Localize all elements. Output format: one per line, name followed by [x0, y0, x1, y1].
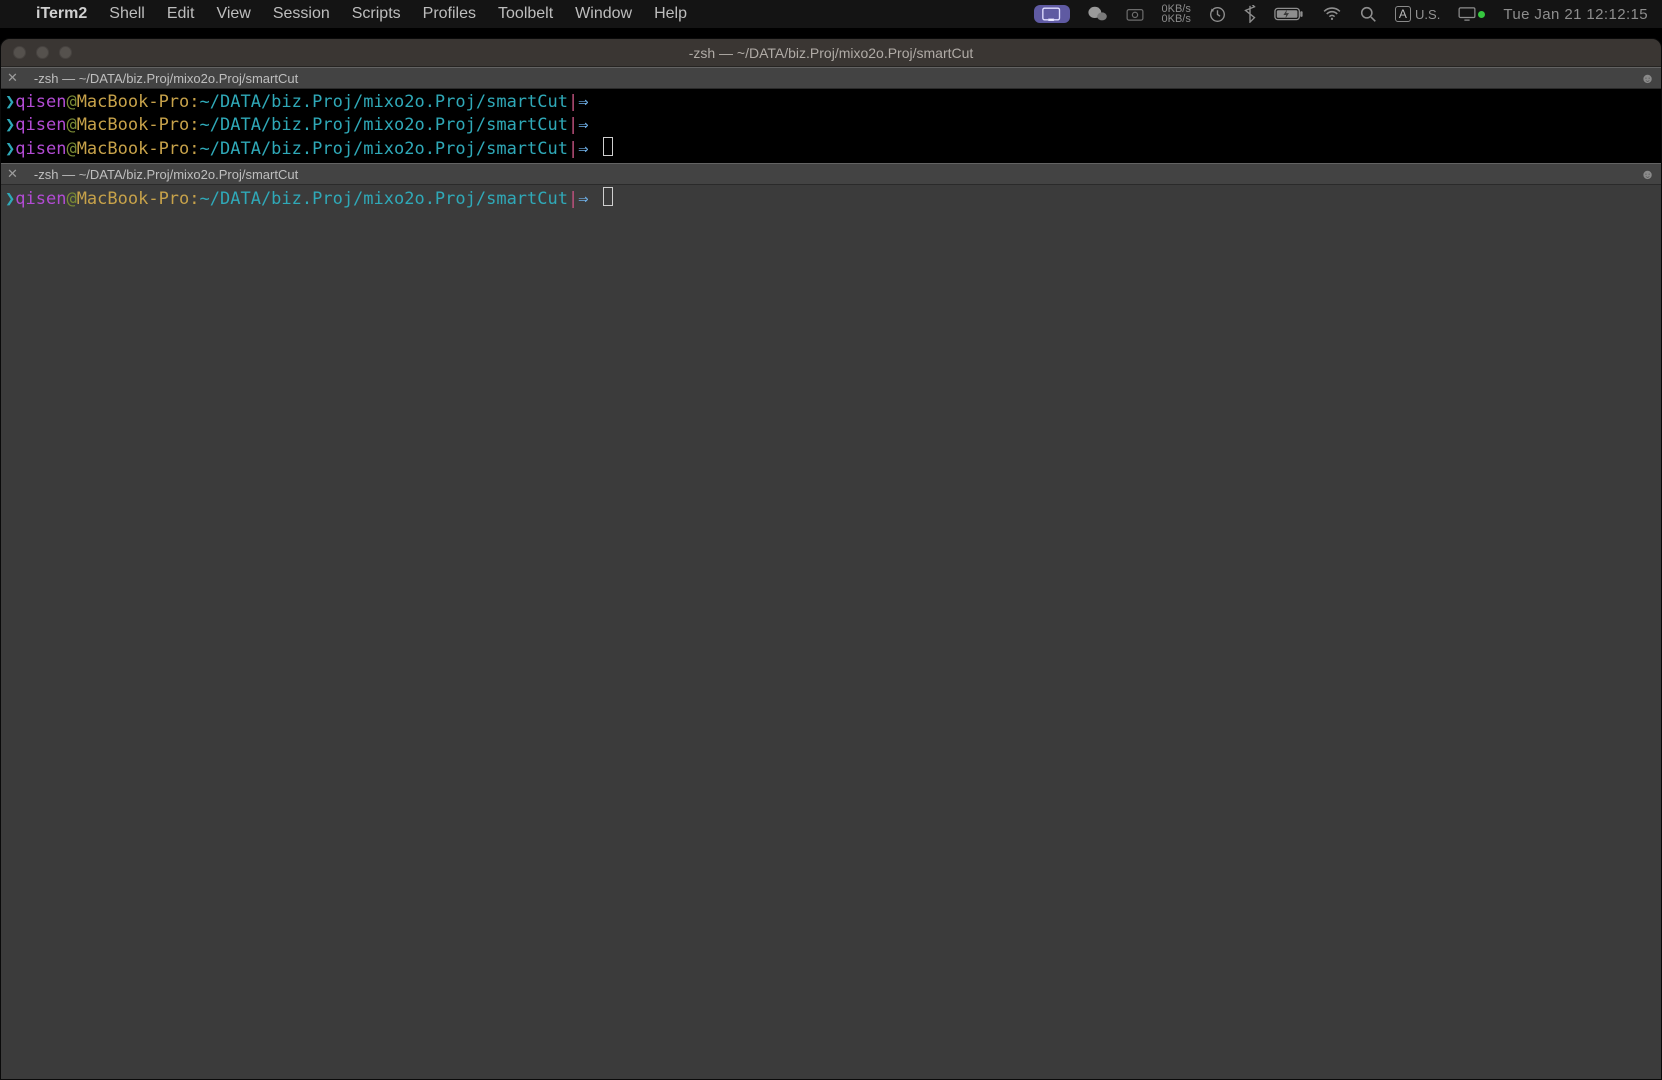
menu-help[interactable]: Help — [654, 5, 687, 23]
zoom-window-button[interactable] — [59, 46, 72, 59]
network-speed[interactable]: 0KB/s0KB/s — [1162, 4, 1191, 24]
input-source[interactable]: A U.S. — [1395, 6, 1440, 23]
menu-session[interactable]: Session — [273, 5, 330, 23]
pane-top: ✕ -zsh — ~/DATA/biz.Proj/mixo2o.Proj/sma… — [1, 67, 1661, 163]
close-window-button[interactable] — [13, 46, 26, 59]
pane-bottom-title: -zsh — ~/DATA/biz.Proj/mixo2o.Proj/smart… — [34, 167, 298, 182]
battery-icon[interactable] — [1274, 7, 1304, 21]
app-name[interactable]: iTerm2 — [36, 5, 87, 23]
traffic-lights — [1, 46, 72, 59]
menubar-left: iTerm2 Shell Edit View Session Scripts P… — [14, 5, 687, 23]
iterm-window: -zsh — ~/DATA/biz.Proj/mixo2o.Proj/smart… — [0, 38, 1662, 1080]
menu-shell[interactable]: Shell — [109, 5, 145, 23]
cursor — [603, 187, 613, 206]
prompt-line: ❯qisen@MacBook-Pro:~/DATA/biz.Proj/mixo2… — [5, 91, 1655, 114]
minimize-window-button[interactable] — [36, 46, 49, 59]
screen-record-icon[interactable] — [1034, 5, 1070, 23]
menubar-clock[interactable]: Tue Jan 21 12:12:15 — [1503, 6, 1648, 23]
menubar-right: 0KB/s0KB/s A U.S. Tue Jan 21 12:12:15 — [1034, 4, 1649, 24]
bluetooth-icon[interactable] — [1244, 5, 1256, 23]
menu-profiles[interactable]: Profiles — [423, 5, 476, 23]
macos-menubar: iTerm2 Shell Edit View Session Scripts P… — [0, 0, 1662, 28]
terminal-top[interactable]: ❯qisen@MacBook-Pro:~/DATA/biz.Proj/mixo2… — [1, 89, 1661, 163]
pane-bottom-tabbar[interactable]: ✕ -zsh — ~/DATA/biz.Proj/mixo2o.Proj/sma… — [1, 163, 1661, 185]
wifi-icon[interactable] — [1322, 7, 1342, 21]
pane-top-tabbar[interactable]: ✕ -zsh — ~/DATA/biz.Proj/mixo2o.Proj/sma… — [1, 67, 1661, 89]
pane-menu-icon[interactable]: ☻ — [1640, 70, 1655, 86]
window-titlebar[interactable]: -zsh — ~/DATA/biz.Proj/mixo2o.Proj/smart… — [1, 39, 1661, 67]
cursor — [603, 137, 613, 156]
split-panes: ✕ -zsh — ~/DATA/biz.Proj/mixo2o.Proj/sma… — [1, 67, 1661, 1079]
wechat-icon[interactable] — [1088, 6, 1108, 22]
close-pane-icon[interactable]: ✕ — [7, 166, 26, 182]
prompt-line: ❯qisen@MacBook-Pro:~/DATA/biz.Proj/mixo2… — [5, 114, 1655, 137]
close-pane-icon[interactable]: ✕ — [7, 70, 26, 86]
menu-window[interactable]: Window — [575, 5, 632, 23]
timemachine-icon[interactable] — [1209, 6, 1226, 23]
prompt-line: ❯qisen@MacBook-Pro:~/DATA/biz.Proj/mixo2… — [5, 137, 1655, 161]
terminal-bottom[interactable]: ❯qisen@MacBook-Pro:~/DATA/biz.Proj/mixo2… — [1, 185, 1661, 1079]
pane-top-title: -zsh — ~/DATA/biz.Proj/mixo2o.Proj/smart… — [34, 71, 298, 86]
window-title: -zsh — ~/DATA/biz.Proj/mixo2o.Proj/smart… — [1, 45, 1661, 61]
prompt-line: ❯qisen@MacBook-Pro:~/DATA/biz.Proj/mixo2… — [5, 187, 1655, 211]
menu-scripts[interactable]: Scripts — [352, 5, 401, 23]
pane-bottom: ✕ -zsh — ~/DATA/biz.Proj/mixo2o.Proj/sma… — [1, 163, 1661, 1079]
menu-toolbelt[interactable]: Toolbelt — [498, 5, 553, 23]
display-icon[interactable] — [1458, 7, 1485, 21]
camera-icon[interactable] — [1126, 7, 1144, 21]
menu-view[interactable]: View — [216, 5, 250, 23]
menu-edit[interactable]: Edit — [167, 5, 195, 23]
spotlight-icon[interactable] — [1360, 6, 1377, 23]
pane-menu-icon[interactable]: ☻ — [1640, 166, 1655, 182]
